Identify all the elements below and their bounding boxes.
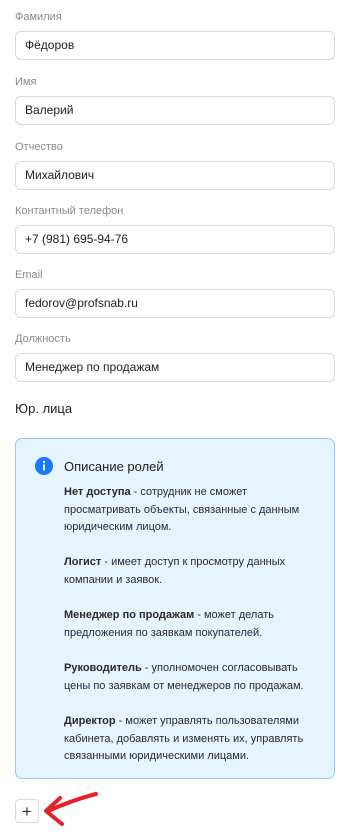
role-description-logist: Логист - имеет доступ к просмотру данных… — [64, 554, 326, 589]
role-name: Нет доступа — [64, 486, 131, 498]
role-name: Логист — [64, 556, 102, 568]
phone-field-group: Контантный телефон +7 (981) 695-94-76 — [15, 204, 335, 254]
first-name-label: Имя — [15, 76, 37, 88]
position-label: Должность — [15, 333, 71, 345]
roles-info-title: Описание ролей — [64, 459, 164, 474]
email-field-group: Email fedorov@profsnab.ru — [15, 268, 335, 318]
middle-name-input[interactable]: Михайлович — [15, 161, 335, 190]
role-description-director: Директор - может управлять пользователям… — [64, 713, 326, 766]
phone-label: Контантный телефон — [15, 205, 124, 217]
role-name: Руководитель — [64, 662, 142, 674]
role-description-no-access: Нет доступа - сотрудник не сможет просма… — [64, 484, 326, 537]
role-name: Менеджер по продажам — [64, 609, 195, 621]
last-name-input[interactable]: Фёдоров — [15, 31, 335, 60]
role-description-sales-manager: Менеджер по продажам - может делать пред… — [64, 607, 326, 642]
position-input[interactable]: Менеджер по продажам — [15, 353, 335, 382]
legal-entities-title: Юр. лица — [15, 401, 73, 416]
red-arrow-icon — [44, 792, 98, 826]
add-legal-entity-button[interactable]: + — [15, 799, 39, 823]
email-input[interactable]: fedorov@profsnab.ru — [15, 289, 335, 318]
info-icon — [35, 457, 53, 475]
position-field-group: Должность Менеджер по продажам — [15, 332, 335, 382]
email-label: Email — [15, 269, 43, 281]
roles-info-box: Описание ролей Нет доступа - сотрудник н… — [15, 438, 335, 779]
middle-name-field-group: Отчество Михайлович — [15, 140, 335, 190]
phone-input[interactable]: +7 (981) 695-94-76 — [15, 225, 335, 254]
role-description-head: Руководитель - уполномочен согласовывать… — [64, 660, 326, 695]
middle-name-label: Отчество — [15, 141, 63, 153]
first-name-field-group: Имя Валерий — [15, 75, 335, 125]
role-name: Директор — [64, 715, 116, 727]
last-name-label: Фамилия — [15, 11, 62, 23]
last-name-field-group: Фамилия Фёдоров — [15, 10, 335, 60]
first-name-input[interactable]: Валерий — [15, 96, 335, 125]
